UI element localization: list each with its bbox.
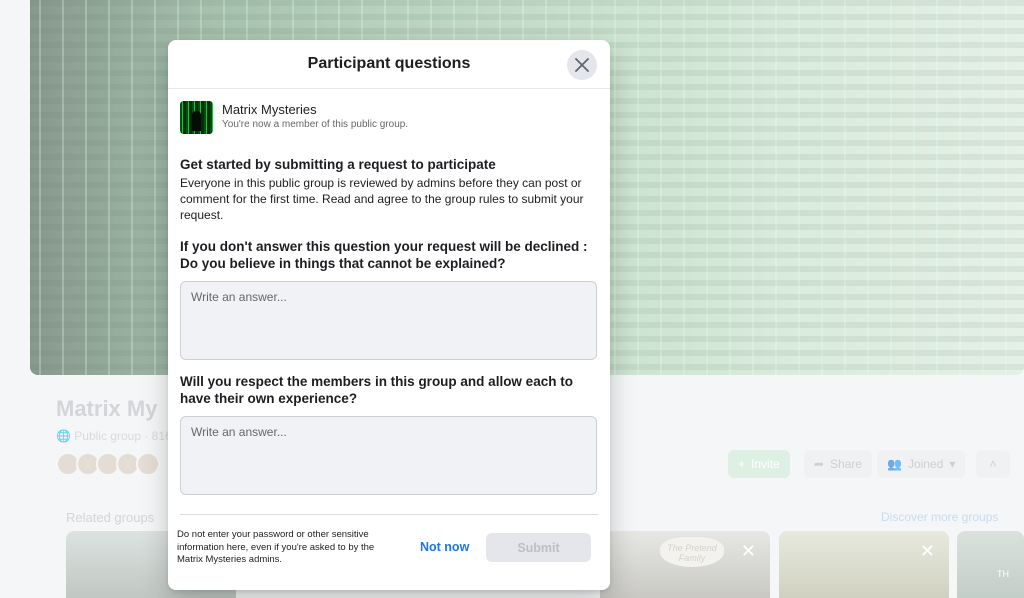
group-text: Matrix Mysteries You're now a member of … (222, 101, 408, 130)
not-now-button[interactable]: Not now (420, 540, 469, 554)
intro-section: Get started by submitting a request to p… (180, 157, 600, 223)
answer-field-1[interactable] (180, 281, 597, 360)
group-name: Matrix Mysteries (222, 102, 317, 117)
group-info: Matrix Mysteries You're now a member of … (180, 101, 408, 134)
group-membership-status: You're now a member of this public group… (222, 119, 409, 130)
question-1: If you don't answer this question your r… (180, 239, 588, 271)
dialog-title: Participant questions (307, 55, 471, 72)
submit-button[interactable]: Submit (486, 533, 591, 562)
answer-field-2[interactable] (180, 416, 597, 495)
intro-body: Everyone in this public group is reviewe… (180, 176, 584, 222)
participant-questions-dialog: Participant questions Matrix Mysteries Y… (168, 40, 610, 590)
close-button[interactable] (567, 50, 597, 80)
intro-title: Get started by submitting a request to p… (180, 157, 496, 172)
privacy-note: Do not enter your password or other sens… (177, 529, 375, 565)
footer-divider (180, 514, 598, 515)
question-2: Will you respect the members in this gro… (180, 374, 573, 406)
group-thumbnail (180, 101, 213, 134)
close-icon (575, 58, 589, 72)
dialog-header: Participant questions (168, 40, 610, 89)
